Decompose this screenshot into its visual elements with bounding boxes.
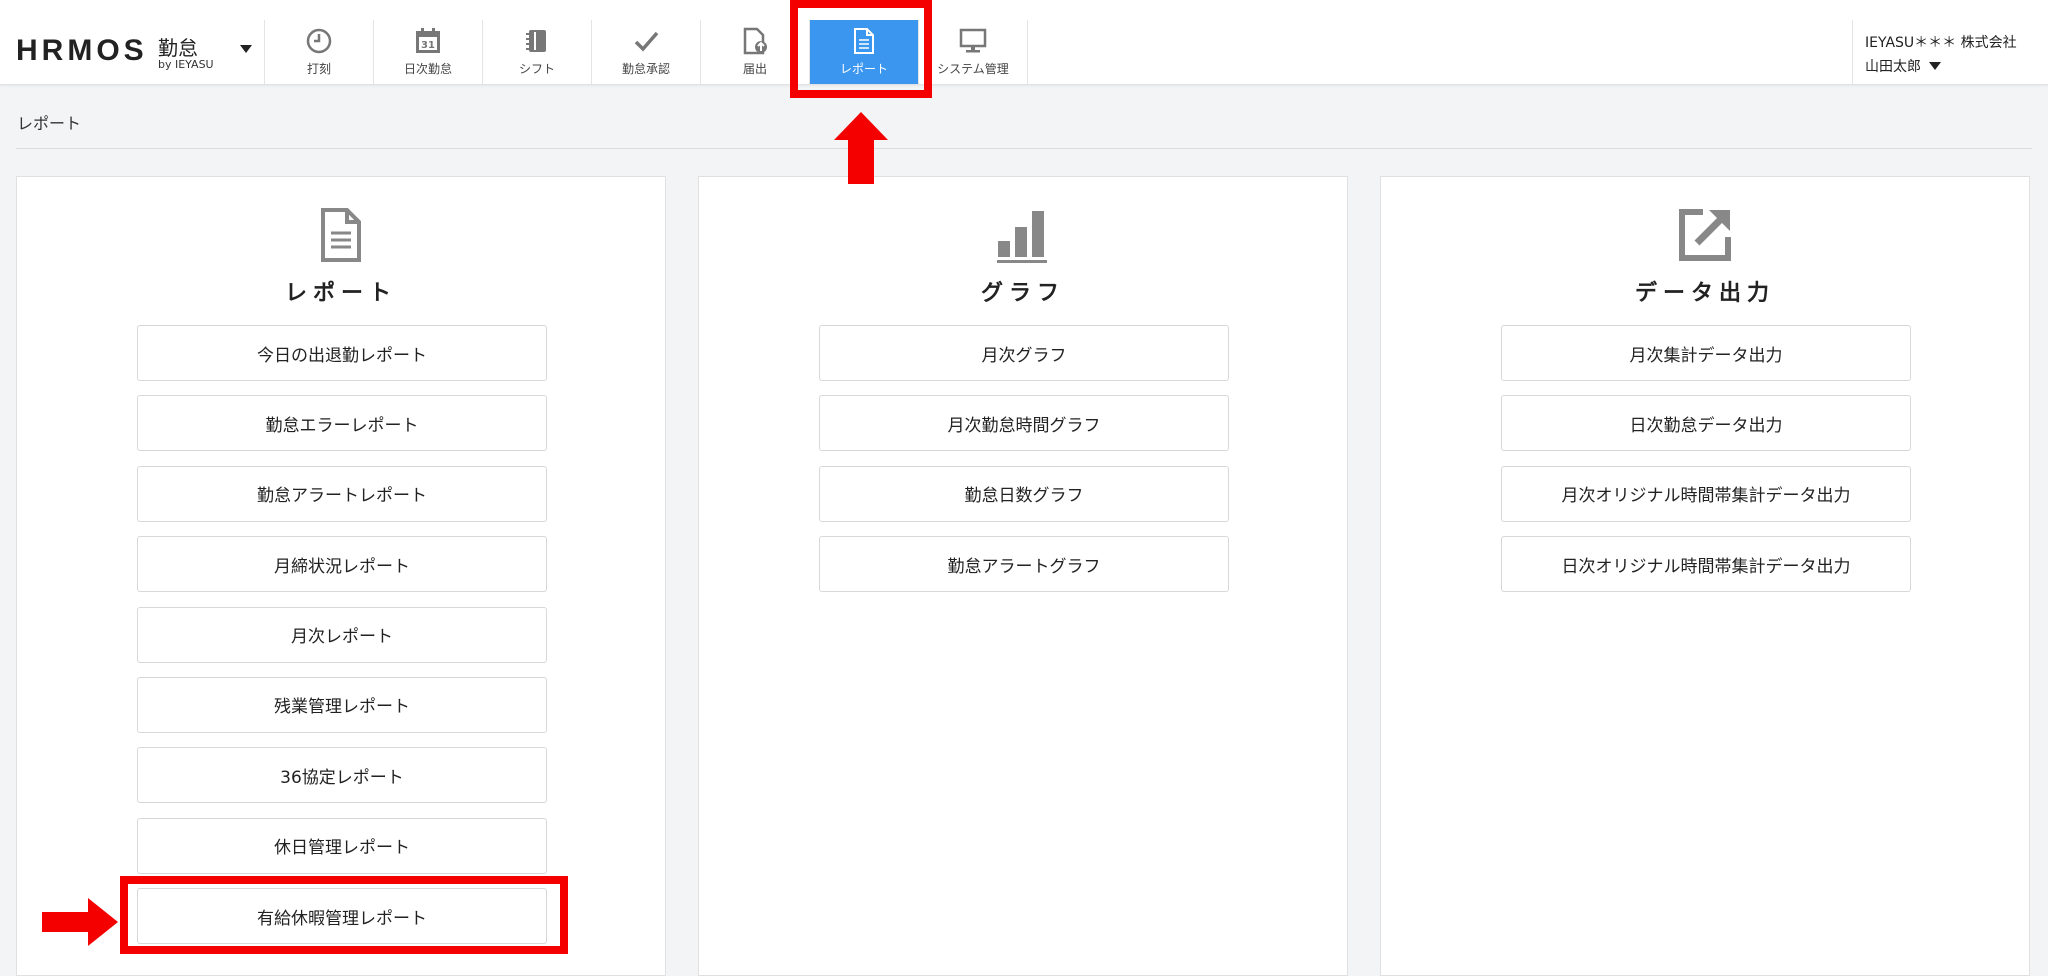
report-button-attendance-error[interactable]: 勤怠エラーレポート [137,395,547,452]
divider [16,148,2032,149]
export-button-monthly-custom-time[interactable]: 月次オリジナル時間帯集計データ出力 [1501,465,1911,522]
clock-icon [304,26,334,56]
nav-item-label: 勤怠承認 [621,62,670,76]
chevron-down-icon [1929,62,1941,70]
report-button-list: 今日の出退勤レポート 勤怠エラーレポート 勤怠アラートレポート 月締状況レポート… [137,325,547,959]
graph-button-list: 月次グラフ 月次勤怠時間グラフ 勤怠日数グラフ 勤怠アラートグラフ [819,325,1229,607]
user-menu: IEYASU＊＊＊ 株式会社 山田太郎 [1852,20,2048,84]
graph-button-attendance-alert[interactable]: 勤怠アラートグラフ [819,536,1229,593]
graph-button-monthly[interactable]: 月次グラフ [819,325,1229,381]
report-button-overtime[interactable]: 残業管理レポート [137,676,547,733]
arrow-up-icon [834,112,888,188]
card-title: データ出力 [1634,281,1775,306]
export-button-daily-custom-time[interactable]: 日次オリジナル時間帯集計データ出力 [1501,536,1911,593]
export-button-list: 月次集計データ出力 日次勤怠データ出力 月次オリジナル時間帯集計データ出力 日次… [1501,325,1911,607]
checkmark-icon [631,26,661,56]
calendar-icon: 31 [413,26,443,56]
nav-item-label: 日次勤怠 [403,62,452,76]
card-title: グラフ [980,281,1065,306]
report-button-monthly-closing[interactable]: 月締状況レポート [137,536,547,593]
nav-item-label: シフト [518,62,555,76]
company-name: IEYASU＊＊＊ 株式会社 [1865,35,2017,51]
logo-byline: by IEYASU [158,58,214,71]
logo-product-name: 勤怠 [158,36,198,60]
top-bar: HRMOS 勤怠 by IEYASU 打刻 31 日次勤怠 シフト 勤怠承認 届… [0,0,2048,85]
nav-item-label: システム管理 [937,62,1009,76]
nav-item-punch[interactable]: 打刻 [264,20,373,84]
report-button-36-agreement[interactable]: 36協定レポート [137,747,547,804]
arrow-right-icon [42,898,118,950]
export-button-monthly-summary[interactable]: 月次集計データ出力 [1501,325,1911,381]
card-data-export: データ出力 月次集計データ出力 日次勤怠データ出力 月次オリジナル時間帯集計デー… [1380,176,2030,976]
nav-item-daily-attendance[interactable]: 31 日次勤怠 [373,20,482,84]
notebook-icon [522,26,552,56]
report-button-attendance-alert[interactable]: 勤怠アラートレポート [137,465,547,522]
card-graphs: グラフ 月次グラフ 月次勤怠時間グラフ 勤怠日数グラフ 勤怠アラートグラフ [698,176,1348,976]
nav-item-label: 打刻 [306,62,331,76]
product-switcher-caret-icon[interactable] [240,45,252,53]
nav-item-label: 届出 [742,62,767,76]
export-button-daily-attendance[interactable]: 日次勤怠データ出力 [1501,395,1911,452]
card-title: レポート [284,281,397,306]
report-button-today-attendance[interactable]: 今日の出退勤レポート [137,325,547,381]
nav-item-shift[interactable]: シフト [482,20,591,84]
user-name: 山田太郎 [1865,59,1921,75]
user-name-dropdown[interactable]: 山田太郎 [1865,56,2048,76]
external-link-icon [1677,207,1733,263]
card-reports: レポート 今日の出退勤レポート 勤怠エラーレポート 勤怠アラートレポート 月締状… [16,176,666,976]
monitor-icon [958,26,988,56]
nav-item-approval[interactable]: 勤怠承認 [591,20,700,84]
bar-chart-icon [995,207,1051,263]
report-button-monthly[interactable]: 月次レポート [137,606,547,663]
highlight-box-paid-leave-report [120,876,568,954]
highlight-box-reports-tab [790,0,932,98]
document-icon [313,207,369,263]
document-upload-icon [740,26,770,56]
graph-button-attendance-days[interactable]: 勤怠日数グラフ [819,465,1229,522]
logo-wordmark: HRMOS [16,34,148,67]
nav-item-system-admin[interactable]: システム管理 [918,20,1028,84]
report-button-holiday[interactable]: 休日管理レポート [137,817,547,874]
breadcrumb: レポート [17,114,82,133]
graph-button-monthly-hours[interactable]: 月次勤怠時間グラフ [819,395,1229,452]
svg-text:31: 31 [421,40,435,51]
